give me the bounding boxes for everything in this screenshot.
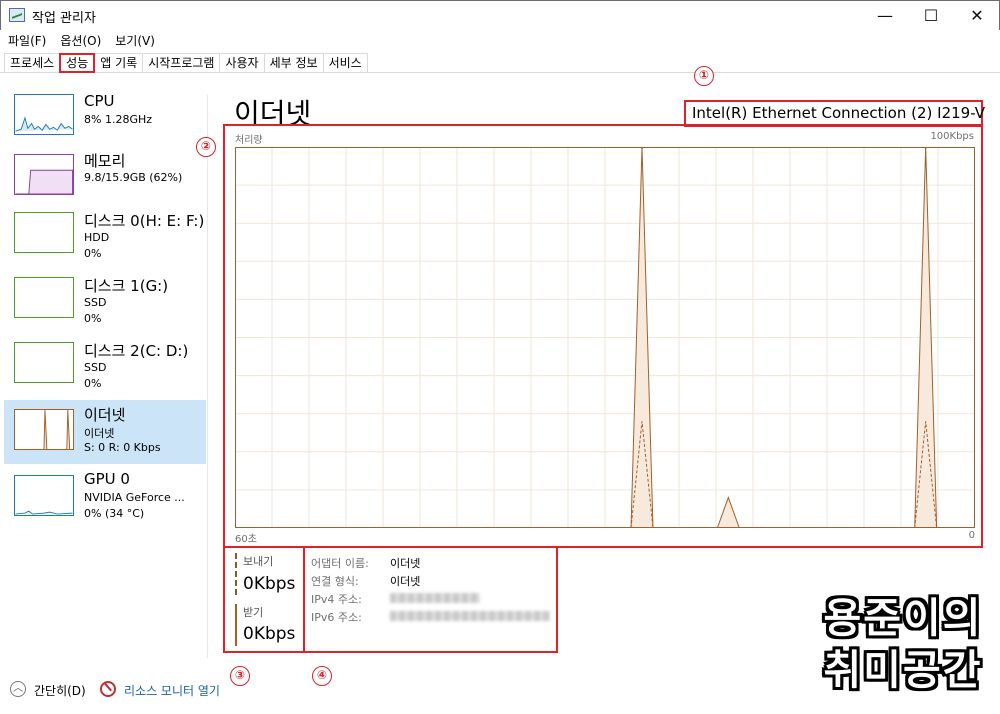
- sidebar-item-usage: 0%: [84, 377, 102, 390]
- minimize-button[interactable]: —: [862, 0, 908, 30]
- graph-x-end-label: 0: [968, 530, 975, 541]
- minimize-icon: —: [877, 5, 893, 25]
- info-key-ipv4: IPv4 주소:: [311, 593, 362, 606]
- cpu-thumbnail: [14, 94, 74, 135]
- menu-view[interactable]: 보기(V): [115, 32, 155, 52]
- sidebar-item-detail: 8% 1.28GHz: [84, 113, 153, 126]
- tab-details[interactable]: 세부 정보: [263, 53, 324, 73]
- receive-value: 0Kbps: [243, 624, 296, 644]
- menu-file[interactable]: 파일(F): [8, 32, 46, 52]
- sidebar-item-ethernet[interactable]: 이더넷 이더넷 S: 0 R: 0 Kbps: [4, 400, 206, 464]
- info-value-adapter: 이더넷: [390, 557, 421, 570]
- info-value-connection: 이더넷: [390, 575, 421, 588]
- ethernet-thumbnail: [14, 409, 74, 450]
- sidebar-item-detail: HDD: [84, 231, 110, 244]
- tab-performance[interactable]: 성능: [59, 53, 96, 73]
- collapse-button[interactable]: 간단히(D): [34, 682, 86, 699]
- window-title: 작업 관리자: [32, 11, 96, 26]
- sidebar-item-memory[interactable]: 메모리 9.8/15.9GB (62%): [4, 146, 206, 210]
- maximize-button[interactable]: ☐: [908, 0, 954, 30]
- tab-processes[interactable]: 프로세스: [4, 53, 61, 73]
- receive-label: 받기: [243, 606, 264, 619]
- sidebar-item-gpu[interactable]: GPU 0 NVIDIA GeForce ... 0% (34 °C): [4, 466, 206, 530]
- title-bar: [0, 0, 1000, 30]
- sidebar-item-cpu[interactable]: CPU 8% 1.28GHz: [4, 88, 206, 152]
- info-key-adapter: 어댑터 이름:: [311, 557, 369, 570]
- sidebar-item-detail: SSD: [84, 361, 107, 374]
- watermark: 용준이의 취미공간: [818, 592, 988, 696]
- tab-app-history[interactable]: 앱 기록: [94, 53, 144, 73]
- disk-2-thumbnail: [14, 342, 74, 383]
- watermark-line-1: 용준이의: [823, 594, 983, 642]
- sidebar-item-disk-1[interactable]: 디스크 1(G:) SSD 0%: [4, 271, 206, 335]
- info-key-ipv6: IPv6 주소:: [311, 611, 362, 624]
- gpu-thumbnail: [14, 475, 74, 516]
- close-icon: ✕: [970, 5, 984, 25]
- sidebar-item-detail: SSD: [84, 296, 107, 309]
- ipv6-redacted: [390, 611, 550, 621]
- marker-3: ③: [230, 666, 250, 686]
- marker-4: ④: [312, 666, 332, 686]
- receive-legend-line: [235, 604, 237, 646]
- graph-label: 처리량: [235, 135, 263, 146]
- disk-1-thumbnail: [14, 277, 74, 318]
- chevron-up-icon[interactable]: ︿: [10, 681, 26, 697]
- memory-thumbnail: [14, 154, 74, 195]
- marker-1: ①: [694, 66, 714, 86]
- ipv4-redacted: [390, 593, 480, 603]
- sidebar-item-usage: 0%: [84, 247, 102, 260]
- graph-max-label: 100Kbps: [930, 131, 974, 142]
- tab-startup[interactable]: 시작프로그램: [142, 53, 221, 73]
- sidebar-item-label: 이더넷: [84, 406, 126, 424]
- disk-0-thumbnail: [14, 212, 74, 253]
- sidebar-item-label: 디스크 0(H: E: F:): [84, 212, 205, 230]
- sidebar-item-usage: 0% (34 °C): [84, 507, 145, 520]
- sidebar-item-label: 디스크 1(G:): [84, 277, 169, 295]
- maximize-icon: ☐: [923, 5, 939, 25]
- sidebar-item-label: 디스크 2(C: D:): [84, 342, 189, 360]
- watermark-line-2: 취미공간: [823, 646, 983, 694]
- resource-monitor-link[interactable]: 리소스 모니터 열기: [124, 682, 220, 699]
- sidebar-item-label: CPU: [84, 92, 115, 110]
- tab-services[interactable]: 서비스: [322, 53, 368, 73]
- close-button[interactable]: ✕: [954, 0, 1000, 30]
- sidebar-item-usage: S: 0 R: 0 Kbps: [84, 441, 161, 454]
- sidebar-item-usage: 0%: [84, 312, 102, 325]
- info-key-connection: 연결 형식:: [311, 575, 359, 588]
- marker-2: ②: [196, 137, 216, 157]
- sidebar-divider: [207, 95, 208, 658]
- sidebar-item-disk-2[interactable]: 디스크 2(C: D:) SSD 0%: [4, 336, 206, 400]
- sidebar-item-detail: NVIDIA GeForce ...: [84, 491, 185, 504]
- graph-grid: [235, 147, 975, 528]
- receive-spike: [716, 496, 740, 528]
- send-legend-line: [235, 553, 237, 595]
- sidebar-item-label: 메모리: [84, 152, 126, 170]
- adapter-name: Intel(R) Ethernet Connection (2) I219-V: [684, 100, 985, 127]
- throughput-graph: [235, 147, 975, 528]
- sidebar-item-detail: 이더넷: [84, 427, 115, 440]
- sidebar-item-label: GPU 0: [84, 470, 130, 488]
- send-label: 보내기: [243, 555, 274, 568]
- tab-divider: [0, 72, 1000, 73]
- sidebar-item-detail: 9.8/15.9GB (62%): [84, 171, 183, 184]
- send-value: 0Kbps: [243, 574, 296, 594]
- resource-monitor-icon: [100, 681, 116, 697]
- graph-x-start-label: 60초: [235, 534, 257, 545]
- task-manager-icon: [9, 8, 25, 22]
- tab-bar: 프로세스 성능 앱 기록 시작프로그램 사용자 세부 정보 서비스: [4, 53, 368, 73]
- sidebar-item-disk-0[interactable]: 디스크 0(H: E: F:) HDD 0%: [4, 206, 206, 270]
- menu-bar: 파일(F) 옵션(O) 보기(V): [8, 32, 155, 52]
- tab-users[interactable]: 사용자: [219, 53, 265, 73]
- menu-options[interactable]: 옵션(O): [60, 32, 101, 52]
